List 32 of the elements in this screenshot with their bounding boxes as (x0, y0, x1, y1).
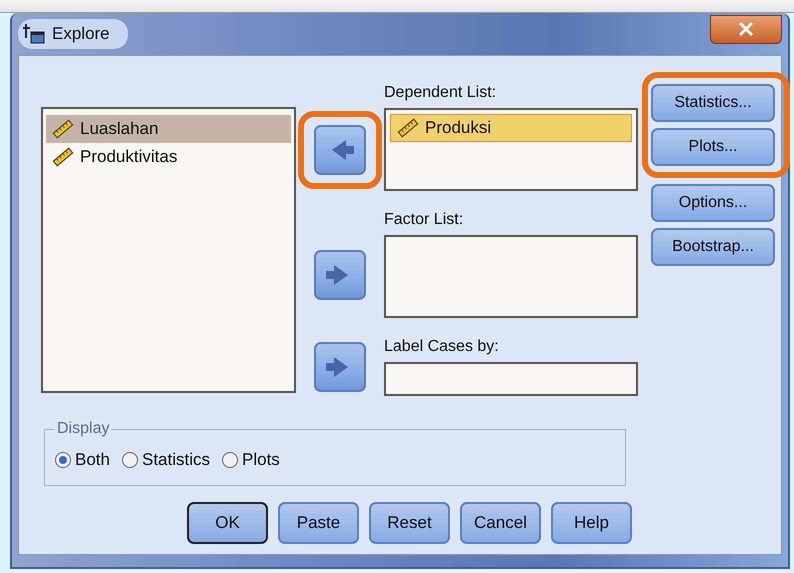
variable-item[interactable]: Produksi (390, 114, 632, 142)
variable-item[interactable]: Luaslahan (46, 115, 291, 143)
move-button[interactable] (314, 342, 366, 392)
target-list[interactable]: Produksi (384, 108, 638, 191)
list-label: Dependent List: (384, 84, 498, 103)
list-label: Factor List: (384, 211, 464, 230)
close-button[interactable] (710, 14, 782, 44)
group-title: Display (56, 420, 110, 438)
radio-button[interactable] (222, 452, 238, 468)
radio-option[interactable]: Both (55, 450, 110, 470)
move-button[interactable] (314, 250, 366, 300)
input-field[interactable] (384, 362, 638, 396)
close-icon (738, 22, 754, 36)
dialog-button[interactable]: Paste (278, 502, 359, 544)
side-button[interactable]: Statistics... (651, 84, 775, 122)
move-button[interactable] (314, 125, 366, 175)
side-button[interactable]: Options... (651, 184, 775, 222)
dialog-button[interactable]: OK (187, 502, 268, 544)
window-title: Explore (52, 24, 110, 44)
radio-option[interactable]: Plots (222, 450, 280, 470)
target-list[interactable] (384, 235, 638, 318)
dialog-button[interactable]: Help (551, 502, 632, 544)
radio-option[interactable]: Statistics (122, 450, 210, 470)
side-button[interactable]: Plots... (651, 128, 775, 166)
list-label: Label Cases by: (384, 338, 500, 357)
radio-button[interactable] (122, 452, 138, 468)
side-button[interactable]: Bootstrap... (651, 228, 775, 266)
dialog-button[interactable]: Cancel (460, 502, 541, 544)
radio-button[interactable] (55, 452, 71, 468)
dialog-button[interactable]: Reset (369, 502, 450, 544)
variable-item[interactable]: Produktivitas (46, 143, 291, 171)
dialog-icon (22, 22, 46, 46)
